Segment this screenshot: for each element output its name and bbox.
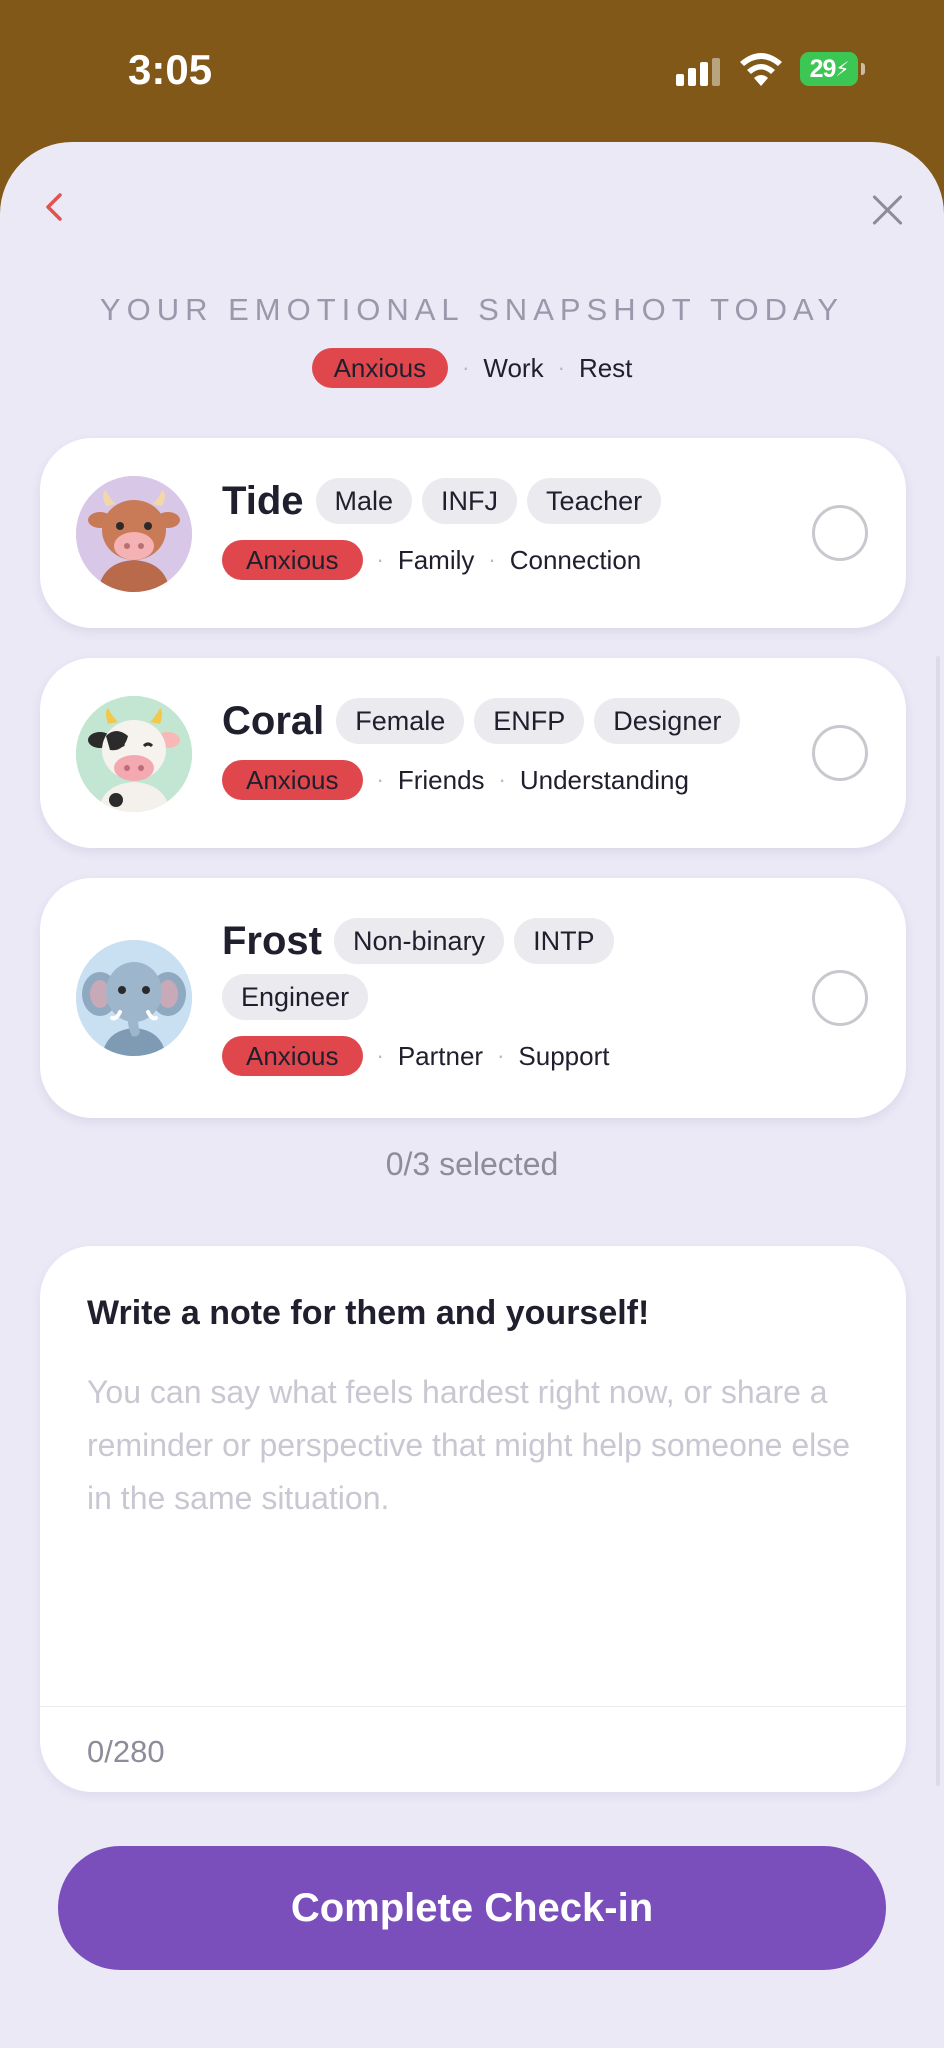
person-name: Frost	[222, 918, 322, 963]
mood-badge: Anxious	[311, 348, 449, 388]
person-name: Tide	[222, 478, 304, 523]
charging-bolt-icon: ⚡	[835, 58, 849, 81]
separator-dot: ·	[488, 547, 496, 572]
complete-checkin-button[interactable]: Complete Check-in	[58, 1846, 886, 1970]
select-radio[interactable]	[812, 725, 868, 781]
mood-badge: Anxious	[222, 1036, 363, 1076]
person-card-tide[interactable]: Tide Male INFJ Teacher Anxious · Family …	[40, 438, 906, 628]
select-radio[interactable]	[812, 970, 868, 1026]
mood-badge: Anxious	[222, 760, 363, 800]
separator-dot: ·	[376, 767, 384, 792]
context-tag: Support	[518, 1040, 610, 1071]
context-tag: Family	[397, 544, 475, 575]
context-tag: Rest	[578, 352, 633, 383]
person-card-coral[interactable]: Coral Female ENFP Designer Anxious · Fri…	[40, 658, 906, 848]
context-tag: Understanding	[519, 764, 689, 795]
context-tag: Work	[483, 352, 544, 383]
mood-badge: Anxious	[222, 540, 363, 580]
cow-avatar	[76, 476, 192, 592]
separator-dot: ·	[376, 547, 384, 572]
occupation-chip: Teacher	[527, 478, 662, 524]
checkin-sheet: YOUR EMOTIONAL SNAPSHOT TODAY Anxious · …	[0, 142, 944, 2048]
character-counter: 0/280	[87, 1734, 165, 1769]
status-time: 3:05	[128, 46, 213, 93]
divider	[40, 1706, 906, 1707]
gender-chip: Male	[315, 478, 413, 524]
back-button[interactable]	[36, 190, 72, 230]
selection-counter: 0/3 selected	[385, 1146, 559, 1182]
personality-chip: INFJ	[422, 478, 518, 524]
dairy-cow-icon	[76, 696, 192, 812]
personality-chip: ENFP	[474, 698, 585, 744]
occupation-chip: Designer	[594, 698, 741, 744]
separator-dot: ·	[376, 1043, 384, 1068]
status-bar: 3:05 29 ⚡	[0, 0, 944, 140]
snapshot-title: YOUR EMOTIONAL SNAPSHOT TODAY	[99, 292, 845, 327]
close-button[interactable]	[866, 188, 910, 232]
separator-dot: ·	[462, 355, 470, 380]
person-card-frost[interactable]: Frost Non-binary INTP Engineer Anxious ·…	[40, 878, 906, 1118]
separator-dot: ·	[557, 355, 565, 380]
gender-chip: Non-binary	[334, 918, 505, 964]
cellular-signal-icon	[676, 58, 724, 86]
dairy-cow-avatar	[76, 696, 192, 812]
context-tag: Friends	[397, 764, 485, 795]
snapshot-tags: Anxious · Work · Rest	[0, 348, 944, 388]
occupation-chip: Engineer	[222, 974, 369, 1020]
personality-chip: INTP	[514, 918, 614, 964]
context-tag: Partner	[397, 1040, 484, 1071]
battery-level: 29	[809, 54, 837, 83]
separator-dot: ·	[497, 1043, 505, 1068]
select-radio[interactable]	[812, 505, 868, 561]
elephant-icon	[76, 940, 192, 1056]
note-card: Write a note for them and yourself! 0/28…	[40, 1246, 906, 1792]
gender-chip: Female	[336, 698, 465, 744]
person-name: Coral	[222, 698, 325, 743]
battery-icon: 29 ⚡	[800, 52, 865, 86]
wifi-icon	[740, 53, 782, 86]
note-input[interactable]	[87, 1366, 859, 1696]
elephant-avatar	[76, 940, 192, 1056]
chevron-left-icon	[46, 193, 62, 221]
note-title: Write a note for them and yourself!	[87, 1294, 650, 1332]
separator-dot: ·	[498, 767, 506, 792]
scrollbar[interactable]	[936, 656, 940, 1786]
cow-icon	[76, 476, 192, 592]
context-tag: Connection	[509, 544, 642, 575]
